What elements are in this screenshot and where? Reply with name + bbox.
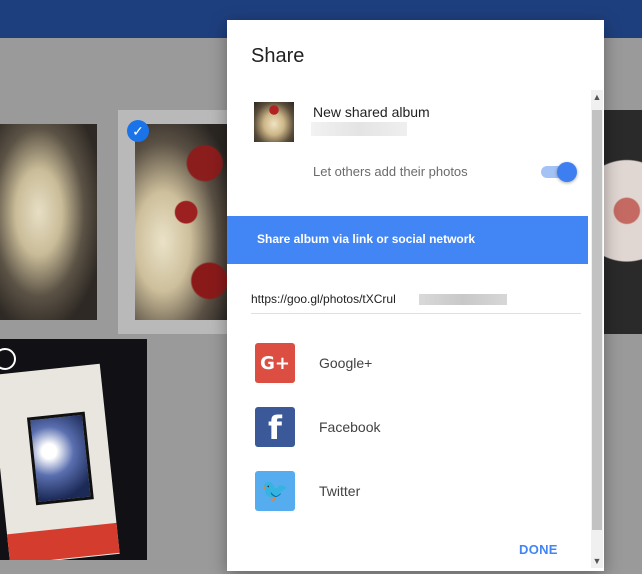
facebook-icon: f [255, 407, 295, 447]
social-label: Google+ [319, 355, 373, 371]
dialog-scroll-area: New shared album Let others add their ph… [227, 88, 604, 571]
tablet-box-red-band [7, 522, 120, 560]
social-label: Twitter [319, 483, 361, 499]
let-others-label: Let others add their photos [313, 164, 468, 179]
dialog-scrollbar[interactable]: ▲ ▼ [591, 90, 603, 568]
share-twitter-button[interactable]: 🐦 Twitter [251, 471, 571, 513]
social-label: Facebook [319, 419, 381, 435]
share-banner-text: Share album via link or social network [257, 232, 476, 246]
photo-thumbnail-tablet-box[interactable] [0, 339, 147, 560]
scroll-down-icon[interactable]: ▼ [591, 554, 603, 568]
google-plus-icon: G+ [255, 343, 295, 383]
toggle-knob [557, 162, 577, 182]
photo-thumbnail-cake-2[interactable] [135, 124, 228, 320]
selected-check-icon[interactable]: ✓ [127, 120, 149, 142]
photo-thumbnail-right[interactable] [604, 110, 642, 334]
share-google-plus-button[interactable]: G+ Google+ [251, 343, 571, 385]
share-link[interactable]: https://goo.gl/photos/tXCrul [251, 292, 396, 306]
share-banner: Share album via link or social network [227, 216, 588, 264]
share-facebook-button[interactable]: f Facebook [251, 407, 571, 449]
share-dialog: Share New shared album Let others add th… [227, 20, 604, 571]
share-link-redacted [419, 294, 507, 305]
scroll-up-icon[interactable]: ▲ [591, 90, 603, 104]
let-others-toggle[interactable] [541, 162, 577, 182]
album-thumbnail [254, 102, 294, 142]
tablet-screen-image [26, 411, 94, 506]
done-button[interactable]: DONE [519, 542, 558, 557]
link-divider [251, 313, 581, 314]
album-subtitle-redacted [311, 122, 407, 136]
photo-thumbnail-cake-1[interactable] [0, 124, 97, 320]
scroll-thumb[interactable] [592, 110, 602, 530]
tablet-box-image [0, 363, 120, 560]
album-name: New shared album [313, 104, 430, 120]
dialog-title: Share [251, 45, 305, 67]
twitter-icon: 🐦 [255, 471, 295, 511]
